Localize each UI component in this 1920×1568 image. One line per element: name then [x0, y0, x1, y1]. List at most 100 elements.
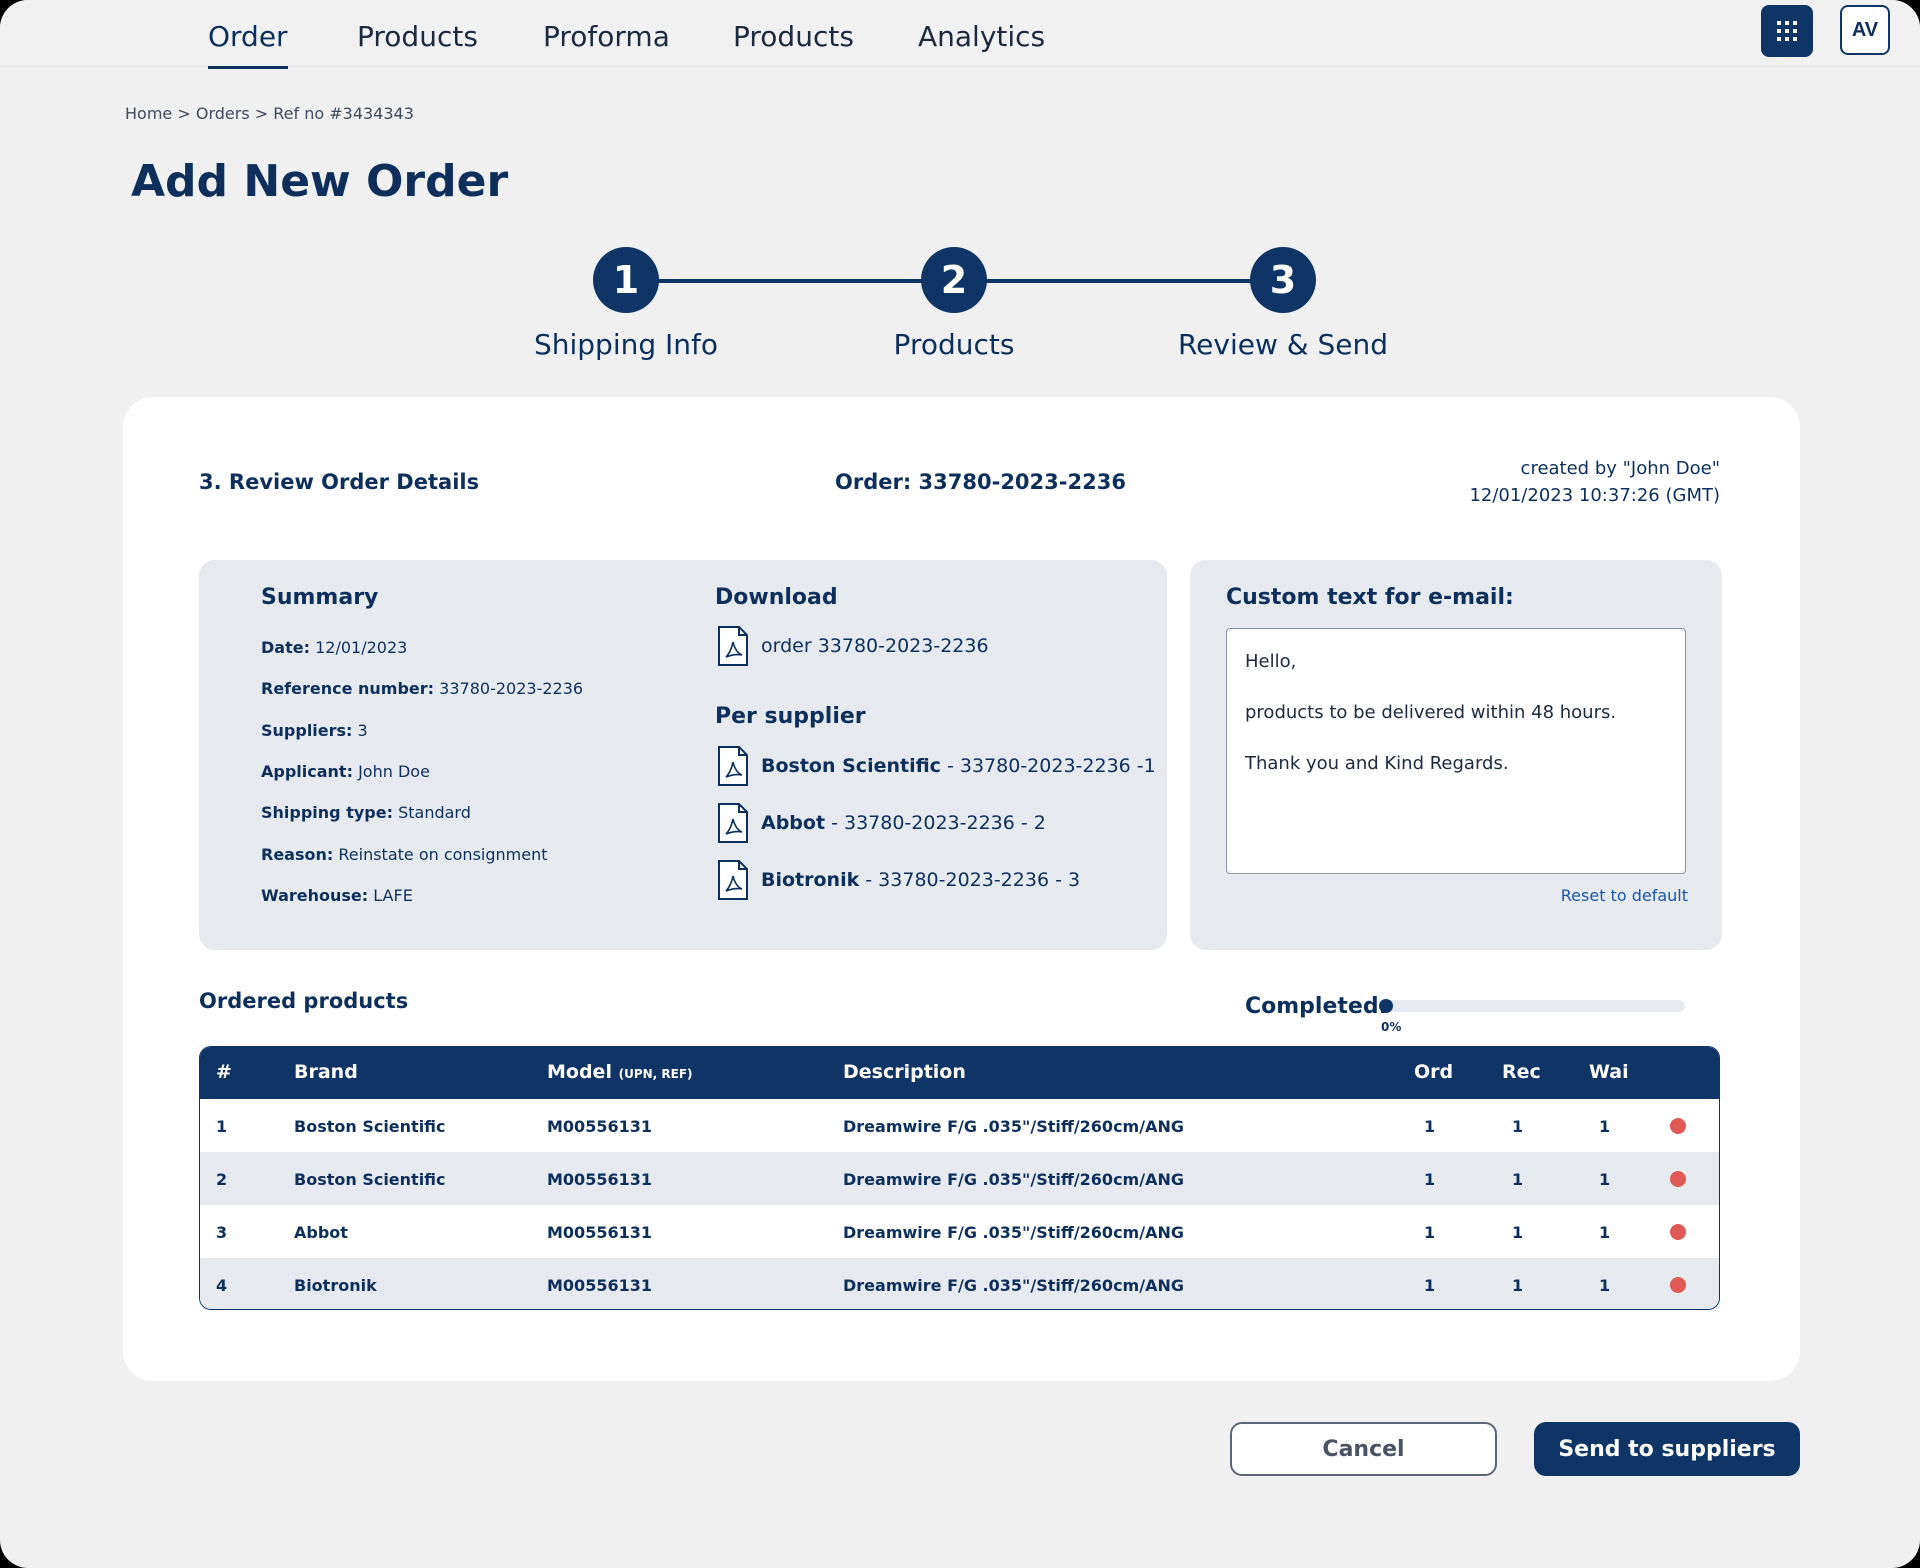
summary-label: Reason: [261, 845, 334, 864]
completed-label: Completed: [1245, 994, 1388, 1019]
order-number: Order: 33780-2023-2236 [835, 470, 1126, 494]
cell-number: 4 [216, 1276, 228, 1295]
pdf-icon [718, 746, 748, 786]
step-1-circle[interactable]: 1 [593, 247, 659, 313]
cell-description: Dreamwire F/G .035"/Stiff/260cm/ANG [843, 1223, 1184, 1242]
nav-proforma[interactable]: Proforma [543, 20, 670, 53]
summary-heading: Summary [261, 585, 379, 610]
email-line: products to be delivered within 48 hours… [1245, 702, 1617, 723]
col-rec: Rec [1502, 1061, 1541, 1083]
nav-products[interactable]: Products [357, 20, 478, 53]
review-card: 3. Review Order Details Order: 33780-202… [123, 397, 1800, 1381]
review-title: 3. Review Order Details [199, 470, 480, 494]
summary-label: Suppliers: [261, 721, 353, 740]
nav-analytics[interactable]: Analytics [918, 20, 1045, 53]
step-3-circle[interactable]: 3 [1250, 247, 1316, 313]
cell-ord: 1 [1424, 1276, 1436, 1295]
cell-model: M00556131 [547, 1117, 652, 1136]
order-file-name: order 33780-2023-2236 [761, 635, 989, 657]
per-supplier-heading: Per supplier [715, 704, 866, 729]
apps-button[interactable] [1761, 5, 1813, 57]
completed-value: 0% [1381, 1020, 1402, 1034]
summary-reference: Reference number: 33780-2023-2236 [261, 679, 583, 698]
cell-number: 1 [216, 1117, 228, 1136]
pdf-icon [718, 626, 748, 666]
cell-number: 3 [216, 1223, 228, 1242]
pdf-icon [718, 860, 748, 900]
supplier-name: Biotronik [761, 869, 860, 891]
summary-panel: Summary Date: 12/01/2023 Reference numbe… [199, 560, 1167, 950]
col-brand: Brand [294, 1061, 358, 1083]
table-row[interactable]: 4 Biotronik M00556131 Dreamwire F/G .035… [200, 1258, 1719, 1309]
step-3-label: Review & Send [1177, 328, 1389, 361]
avatar[interactable]: AV [1840, 5, 1890, 55]
summary-value: 33780-2023-2236 [439, 679, 584, 698]
col-model: Model (UPN, REF) [547, 1061, 693, 1083]
supplier-ref: - 33780-2023-2236 - 3 [865, 869, 1081, 891]
cell-brand: Boston Scientific [294, 1117, 446, 1136]
col-model-label: Model [547, 1061, 612, 1083]
summary-value: Standard [398, 803, 471, 822]
summary-warehouse: Warehouse: LAFE [261, 886, 413, 905]
download-order-pdf[interactable]: order 33780-2023-2236 [717, 626, 989, 666]
cell-rec: 1 [1512, 1117, 1524, 1136]
summary-value: John Doe [358, 762, 430, 781]
ordered-products-table: # Brand Model (UPN, REF) Description Ord… [199, 1046, 1720, 1310]
status-dot [1670, 1171, 1686, 1187]
supplier-file-label: Abbot - 33780-2023-2236 - 2 [761, 812, 1046, 834]
cancel-button[interactable]: Cancel [1230, 1422, 1497, 1476]
summary-suppliers: Suppliers: 3 [261, 721, 368, 740]
download-supplier-pdf[interactable]: Abbot - 33780-2023-2236 - 2 [717, 803, 1046, 843]
status-dot [1670, 1277, 1686, 1293]
nav-products-2[interactable]: Products [733, 20, 854, 53]
cell-description: Dreamwire F/G .035"/Stiff/260cm/ANG [843, 1117, 1184, 1136]
app-window: Order Products Proforma Products Analyti… [0, 0, 1920, 1568]
summary-label: Applicant: [261, 762, 353, 781]
download-heading: Download [715, 585, 838, 610]
email-line: Hello, [1245, 651, 1297, 672]
grid-icon [1777, 21, 1797, 41]
stepper-connector [657, 279, 957, 283]
cell-model: M00556131 [547, 1223, 652, 1242]
supplier-ref: - 33780-2023-2236 - 2 [831, 812, 1046, 834]
email-textarea[interactable]: Hello, products to be delivered within 4… [1226, 628, 1686, 874]
status-dot [1670, 1118, 1686, 1134]
cell-brand: Biotronik [294, 1276, 377, 1295]
cell-wai: 1 [1599, 1170, 1611, 1189]
created-meta: created by "John Doe" 12/01/2023 10:37:2… [1469, 455, 1720, 509]
cell-ord: 1 [1424, 1170, 1436, 1189]
cell-model: M00556131 [547, 1276, 652, 1295]
table-row[interactable]: 3 Abbot M00556131 Dreamwire F/G .035"/St… [200, 1205, 1719, 1258]
cell-brand: Abbot [294, 1223, 348, 1242]
summary-value: LAFE [373, 886, 413, 905]
reset-to-default-link[interactable]: Reset to default [1561, 886, 1688, 905]
summary-reason: Reason: Reinstate on consignment [261, 845, 547, 864]
summary-value: 12/01/2023 [315, 638, 408, 657]
download-supplier-pdf[interactable]: Boston Scientific - 33780-2023-2236 -1 [717, 746, 1156, 786]
table-row[interactable]: 1 Boston Scientific M00556131 Dreamwire … [200, 1099, 1719, 1152]
supplier-name: Boston Scientific [761, 755, 941, 777]
table-row[interactable]: 2 Boston Scientific M00556131 Dreamwire … [200, 1152, 1719, 1205]
table-header: # Brand Model (UPN, REF) Description Ord… [200, 1047, 1719, 1099]
summary-value: Reinstate on consignment [338, 845, 548, 864]
supplier-file-label: Boston Scientific - 33780-2023-2236 -1 [761, 755, 1156, 777]
download-supplier-pdf[interactable]: Biotronik - 33780-2023-2236 - 3 [717, 860, 1080, 900]
summary-label: Shipping type: [261, 803, 393, 822]
pdf-icon [718, 803, 748, 843]
step-2-circle[interactable]: 2 [921, 247, 987, 313]
supplier-ref: - 33780-2023-2236 -1 [946, 755, 1156, 777]
breadcrumb-home[interactable]: Home [125, 104, 172, 123]
col-ord: Ord [1414, 1061, 1454, 1083]
summary-applicant: Applicant: John Doe [261, 762, 430, 781]
summary-label: Reference number: [261, 679, 435, 698]
cell-ord: 1 [1424, 1117, 1436, 1136]
cell-number: 2 [216, 1170, 228, 1189]
breadcrumb-orders[interactable]: Orders [196, 104, 250, 123]
breadcrumb-separator: > [254, 104, 269, 123]
cell-rec: 1 [1512, 1223, 1524, 1242]
nav-order[interactable]: Order [208, 20, 288, 69]
send-to-suppliers-button[interactable]: Send to suppliers [1534, 1422, 1800, 1476]
cell-wai: 1 [1599, 1117, 1611, 1136]
status-dot [1670, 1224, 1686, 1240]
email-heading: Custom text for e-mail: [1226, 585, 1514, 610]
